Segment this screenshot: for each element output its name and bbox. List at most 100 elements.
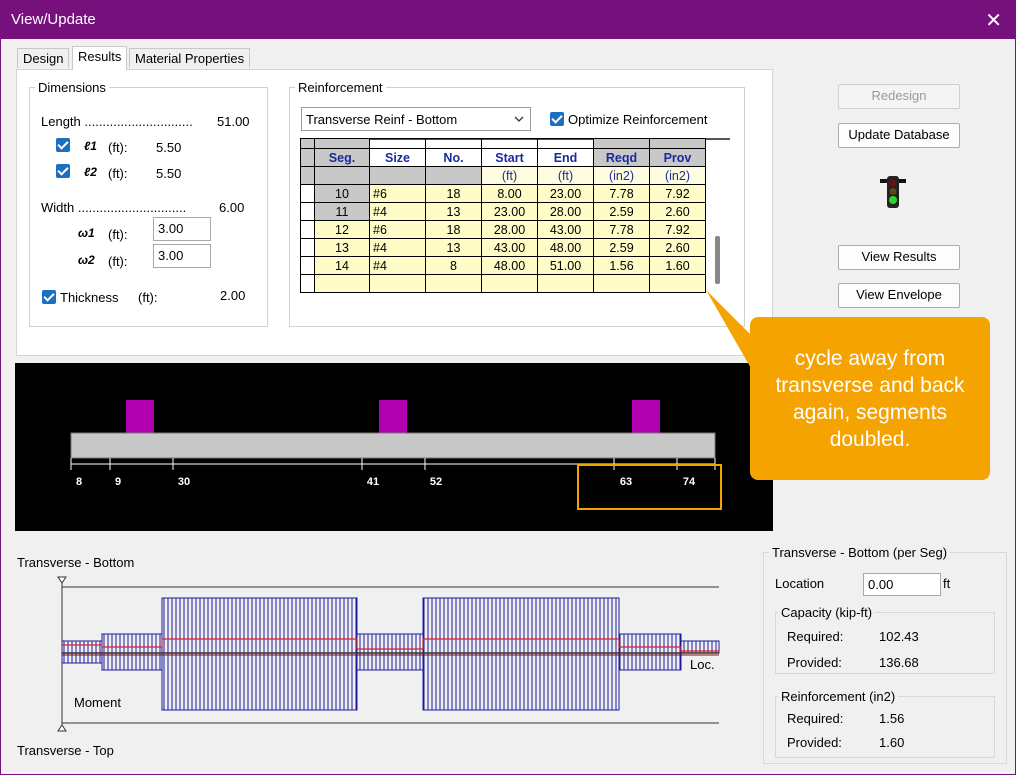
callout-text: cycle away from transverse and back agai…	[775, 347, 965, 451]
reqd-cell[interactable]	[593, 274, 650, 293]
grid-empty	[649, 138, 706, 149]
tab-design[interactable]: Design	[17, 48, 70, 68]
size-cell[interactable]: #4	[369, 238, 426, 257]
load-block	[632, 400, 660, 433]
width-value: 6.00	[219, 200, 245, 215]
view-results-button[interactable]: View Results	[838, 245, 960, 270]
table-row[interactable]: 14 #4 8 48.00 51.00 1.56 1.60	[300, 256, 706, 275]
reqd-cell[interactable]: 7.78	[593, 220, 650, 239]
beam-tick-label: 52	[430, 476, 442, 488]
reqd-cell[interactable]: 2.59	[593, 202, 650, 221]
callout-note: cycle away from transverse and back agai…	[750, 317, 990, 480]
prov-cell[interactable]	[649, 274, 706, 293]
end-cell[interactable]	[537, 274, 594, 293]
size-cell[interactable]: #4	[369, 202, 426, 221]
w1-symbol: ω1	[78, 226, 95, 240]
start-cell[interactable]: 48.00	[481, 256, 538, 275]
end-cell[interactable]: 51.00	[537, 256, 594, 275]
l1-checkbox[interactable]	[56, 138, 70, 152]
no-cell[interactable]: 13	[425, 202, 482, 221]
beam-tick-label: 41	[367, 476, 379, 488]
tab-results[interactable]: Results	[72, 46, 128, 70]
start-cell[interactable]: 28.00	[481, 220, 538, 239]
prov-cell[interactable]: 7.92	[649, 184, 706, 203]
size-cell[interactable]: #4	[369, 256, 426, 275]
end-cell[interactable]: 48.00	[537, 238, 594, 257]
location-input[interactable]: 0.00	[863, 573, 941, 596]
no-cell[interactable]: 18	[425, 184, 482, 203]
table-row[interactable]: 13 #4 13 43.00 48.00 2.59 2.60	[300, 238, 706, 257]
l1-value: 5.50	[156, 140, 182, 155]
grid-empty	[314, 138, 370, 149]
table-row[interactable]: 12 #6 18 28.00 43.00 7.78 7.92	[300, 220, 706, 239]
table-row[interactable]	[300, 274, 706, 293]
seg-cell[interactable]: 14	[314, 256, 370, 275]
no-cell[interactable]: 18	[425, 220, 482, 239]
seg-cell[interactable]: 12	[314, 220, 370, 239]
size-cell[interactable]	[369, 274, 426, 293]
thickness-checkbox[interactable]	[42, 290, 56, 304]
prov-cell[interactable]: 1.60	[649, 256, 706, 275]
seg-cell[interactable]	[314, 274, 370, 293]
l2-checkbox[interactable]	[56, 164, 70, 178]
end-cell[interactable]: 28.00	[537, 202, 594, 221]
seg-cell[interactable]: 10	[314, 184, 370, 203]
grid-empty	[481, 138, 538, 149]
seg-cell[interactable]: 13	[314, 238, 370, 257]
reinforcement-required-value: 1.56	[879, 711, 905, 726]
optimize-reinforcement-checkbox[interactable]	[550, 112, 564, 126]
tab-material-properties[interactable]: Material Properties	[129, 48, 251, 68]
view-envelope-button[interactable]: View Envelope	[838, 283, 960, 308]
prov-cell[interactable]: 2.60	[649, 202, 706, 221]
prov-cell[interactable]: 7.92	[649, 220, 706, 239]
beam-tick-label: 8	[76, 476, 82, 488]
w1-unit: (ft):	[108, 227, 128, 242]
start-cell[interactable]	[481, 274, 538, 293]
start-cell[interactable]: 23.00	[481, 202, 538, 221]
w1-input[interactable]: 3.00	[153, 217, 211, 241]
table-row[interactable]: 11 #4 13 23.00 28.00 2.59 2.60	[300, 202, 706, 221]
redesign-button[interactable]: Redesign	[838, 84, 960, 109]
no-cell[interactable]: 8	[425, 256, 482, 275]
moment-diagram	[57, 576, 720, 732]
reqd-cell[interactable]: 7.78	[593, 184, 650, 203]
title-bar: View/Update ✕	[0, 0, 1016, 38]
w2-unit: (ft):	[108, 254, 128, 269]
unit-reqd: (in2)	[593, 166, 650, 185]
grid-empty	[369, 138, 426, 149]
w2-input[interactable]: 3.00	[153, 244, 211, 268]
grid-empty	[537, 138, 594, 149]
header-size: Size	[369, 148, 426, 167]
start-cell[interactable]: 43.00	[481, 238, 538, 257]
thickness-label: Thickness	[60, 290, 119, 305]
reinforcement-grid: Seg. Size No. Start End Reqd Prov (ft) (…	[300, 138, 706, 293]
unit-prov: (in2)	[649, 166, 706, 185]
prov-cell[interactable]: 2.60	[649, 238, 706, 257]
thickness-value: 2.00	[220, 288, 246, 303]
length-label: Length ..............................	[41, 114, 193, 129]
size-cell[interactable]: #6	[369, 220, 426, 239]
grid-row-head	[300, 238, 315, 257]
seg-cell[interactable]: 11	[314, 202, 370, 221]
grid-corner	[300, 138, 315, 149]
grid-scrollbar-thumb[interactable]	[715, 236, 720, 284]
table-row[interactable]: 10 #6 18 8.00 23.00 7.78 7.92	[300, 184, 706, 203]
end-cell[interactable]: 43.00	[537, 220, 594, 239]
unit-seg	[314, 166, 370, 185]
no-cell[interactable]: 13	[425, 238, 482, 257]
reinforcement-provided-label: Provided:	[787, 735, 842, 750]
update-database-button[interactable]: Update Database	[838, 123, 960, 148]
capacity-required-value: 102.43	[879, 629, 919, 644]
end-cell[interactable]: 23.00	[537, 184, 594, 203]
moment-label: Moment	[74, 695, 121, 710]
grid-empty	[593, 138, 650, 149]
optimize-reinforcement-label: Optimize Reinforcement	[568, 112, 708, 127]
close-icon[interactable]: ✕	[985, 8, 1002, 33]
size-cell[interactable]: #6	[369, 184, 426, 203]
start-cell[interactable]: 8.00	[481, 184, 538, 203]
no-cell[interactable]	[425, 274, 482, 293]
dropdown-value: Transverse Reinf - Bottom	[306, 112, 458, 127]
reqd-cell[interactable]: 1.56	[593, 256, 650, 275]
reqd-cell[interactable]: 2.59	[593, 238, 650, 257]
reinforcement-type-dropdown[interactable]: Transverse Reinf - Bottom	[301, 107, 531, 131]
